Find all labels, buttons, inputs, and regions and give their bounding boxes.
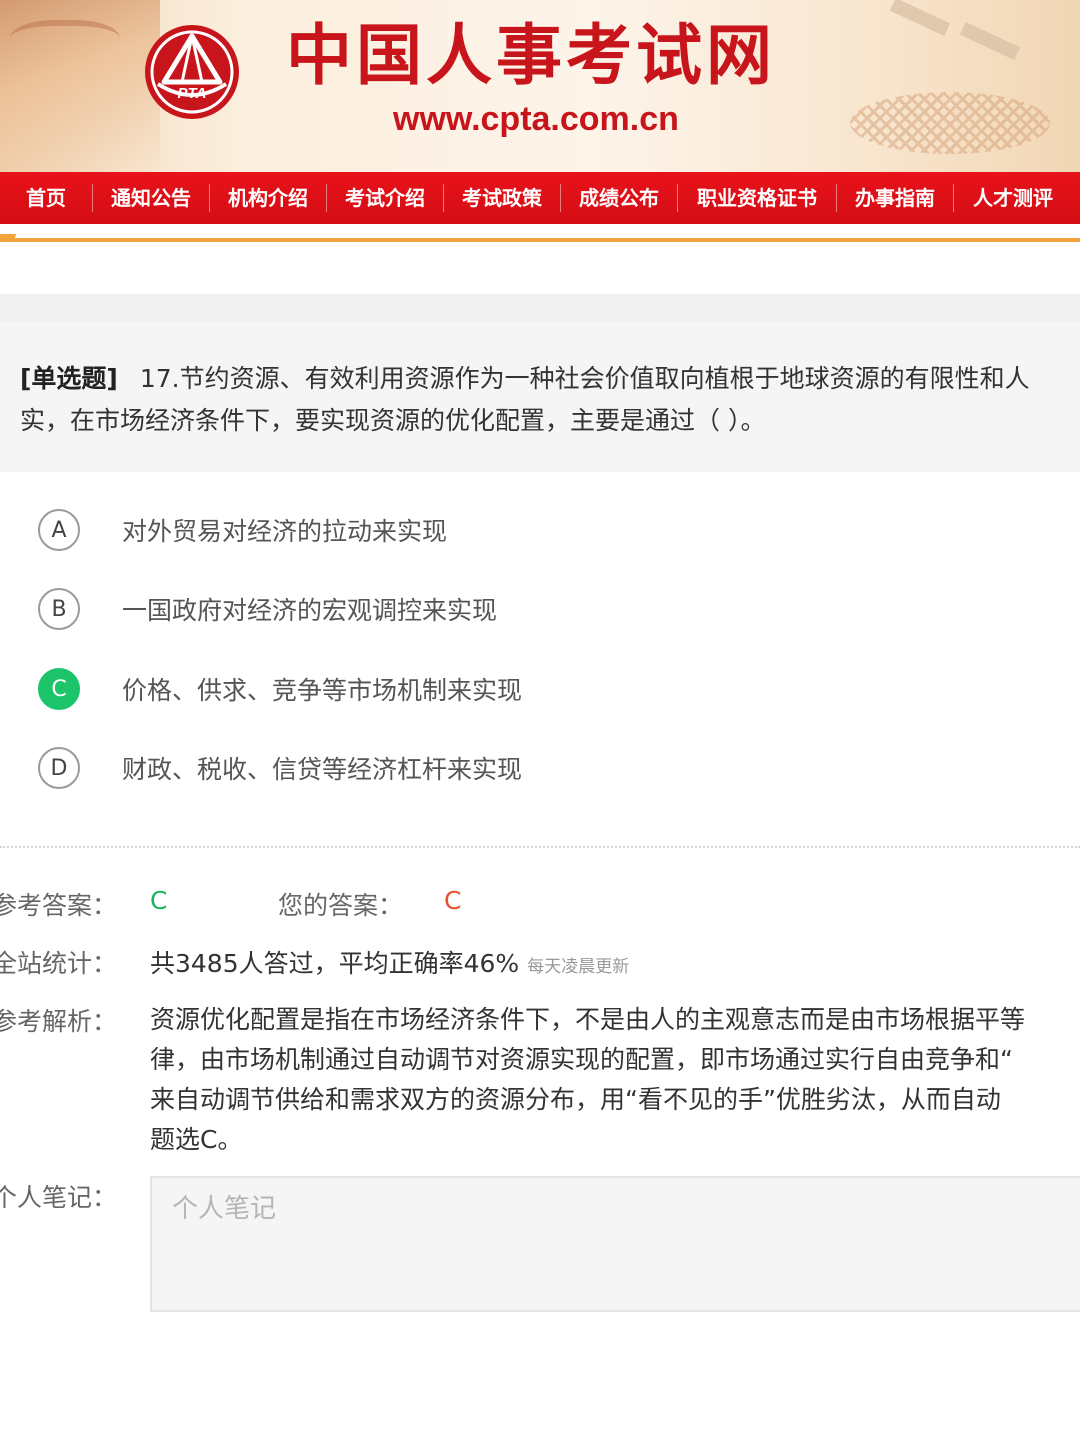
option-a-text: 对外贸易对经济的拉动来实现 bbox=[122, 517, 448, 546]
nav-item-about[interactable]: 机构介绍 bbox=[210, 172, 326, 224]
explanation-line: 题选C。 bbox=[150, 1125, 243, 1154]
option-b-text: 一国政府对经济的宏观调控来实现 bbox=[122, 596, 498, 625]
option-d-radio[interactable]: D bbox=[38, 747, 80, 789]
wall-arch-decoration bbox=[10, 20, 120, 66]
nav-item-exam-intro[interactable]: 考试介绍 bbox=[327, 172, 443, 224]
question-top-strip bbox=[0, 294, 1080, 322]
explanation-text: 资源优化配置是指在市场经济条件下，不是由人的主观意志而是由市场根据平等 律，由市… bbox=[150, 1000, 1080, 1160]
header-banner: PTA 中国人事考试网 www.cpta.com.cn bbox=[0, 0, 1080, 172]
logo-text: PTA bbox=[178, 85, 207, 102]
your-answer-value: C bbox=[444, 886, 462, 915]
satellite-decoration bbox=[889, 0, 951, 37]
nav-item-exam-policy[interactable]: 考试政策 bbox=[444, 172, 560, 224]
question-type-label: [单选题] bbox=[20, 364, 118, 393]
reference-answer-label: 参考答案： bbox=[0, 891, 118, 920]
site-url[interactable]: www.cpta.com.cn bbox=[393, 100, 679, 139]
option-a-radio[interactable]: A bbox=[38, 509, 80, 551]
nav-item-home[interactable]: 首页 bbox=[0, 172, 92, 224]
nav-item-scores[interactable]: 成绩公布 bbox=[561, 172, 677, 224]
option-d-text: 财政、税收、信贷等经济杠杆来实现 bbox=[122, 755, 523, 784]
stats-update-note: 每天凌晨更新 bbox=[527, 957, 630, 977]
reference-answer-value: C bbox=[150, 886, 168, 915]
section-divider bbox=[0, 846, 1080, 848]
nav-item-guide[interactable]: 办事指南 bbox=[837, 172, 953, 224]
nav-accent-line bbox=[0, 234, 1080, 242]
question-stem: 17.节约资源、有效利用资源作为一种社会价值取向植根于地球资源的有限性和人 bbox=[139, 364, 1030, 393]
site-title[interactable]: 中国人事考试网 bbox=[286, 16, 776, 96]
explanation-line: 律，由市场机制通过自动调节对资源实现的配置，即市场通过实行自由竞争和“ bbox=[150, 1045, 1013, 1074]
satellite-decoration bbox=[959, 21, 1021, 61]
option-c-text: 价格、供求、竞争等市场机制来实现 bbox=[122, 676, 523, 705]
explanation-label: 参考解析： bbox=[0, 1007, 118, 1036]
question-line-1: [单选题] 17.节约资源、有效利用资源作为一种社会价值取向植根于地球资源的有限性… bbox=[20, 358, 1080, 400]
option-b[interactable]: B 一国政府对经济的宏观调控来实现 bbox=[38, 585, 497, 633]
pta-logo-icon[interactable]: PTA bbox=[142, 22, 242, 122]
personal-notes-input[interactable]: 个人笔记 bbox=[150, 1176, 1080, 1312]
notes-label: 个人笔记： bbox=[0, 1183, 118, 1212]
question-line-2: 实，在市场经济条件下，要实现资源的优化配置，主要是通过（ ）。 bbox=[20, 406, 766, 435]
option-c[interactable]: C 价格、供求、竞争等市场机制来实现 bbox=[38, 665, 522, 713]
option-c-radio-selected[interactable]: C bbox=[38, 668, 80, 710]
option-b-radio[interactable]: B bbox=[38, 588, 80, 630]
option-d[interactable]: D 财政、税收、信贷等经济杠杆来实现 bbox=[38, 744, 522, 792]
explanation-line: 来自动调节供给和需求双方的资源分布，用“看不见的手”优胜劣汰，从而自动 bbox=[150, 1085, 1001, 1114]
main-nav: 首页 通知公告 机构介绍 考试介绍 考试政策 成绩公布 职业资格证书 办事指南 … bbox=[0, 172, 1080, 224]
your-answer-label: 您的答案： bbox=[278, 891, 404, 920]
explanation-line: 资源优化配置是指在市场经济条件下，不是由人的主观意志而是由市场根据平等 bbox=[150, 1005, 1026, 1034]
nav-item-notices[interactable]: 通知公告 bbox=[93, 172, 209, 224]
nav-item-certificates[interactable]: 职业资格证书 bbox=[678, 172, 836, 224]
stats-text: 共3485人答过，平均正确率46% bbox=[150, 949, 520, 978]
birds-nest-decoration bbox=[850, 92, 1050, 154]
option-a[interactable]: A 对外贸易对经济的拉动来实现 bbox=[38, 506, 447, 554]
nav-item-talent-assessment[interactable]: 人才测评 bbox=[954, 172, 1072, 224]
stats-label: 全站统计： bbox=[0, 949, 118, 978]
stats-value: 共3485人答过，平均正确率46% 每天凌晨更新 bbox=[150, 944, 629, 980]
